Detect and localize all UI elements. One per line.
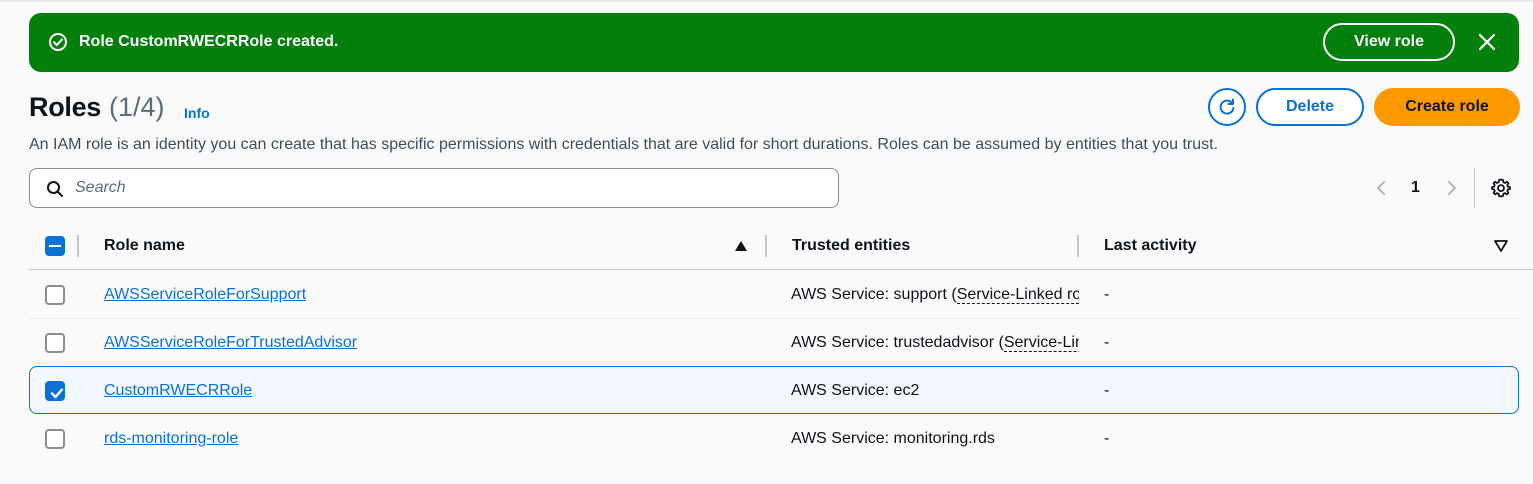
last-activity-cell: - xyxy=(1104,382,1110,399)
flash-message: Role CustomRWECRRole created. xyxy=(79,33,339,50)
trusted-entities-cell: AWS Service: monitoring.rds xyxy=(791,430,995,447)
column-divider[interactable] xyxy=(1077,235,1079,257)
trusted-entities-cell: AWS Service: trustedadvisor (Service-Lin… xyxy=(791,333,1079,353)
create-role-button[interactable]: Create role xyxy=(1374,88,1520,126)
role-name-link[interactable]: rds-monitoring-role xyxy=(104,429,238,449)
page-title: Roles xyxy=(29,92,102,122)
refresh-button[interactable] xyxy=(1208,88,1246,126)
trusted-entities-cell: AWS Service: ec2 xyxy=(791,382,920,399)
row-checkbox[interactable] xyxy=(45,333,65,353)
trusted-entity-text: AWS Service: support xyxy=(791,286,947,303)
service-linked-role-tooltip[interactable]: Service-Linked role xyxy=(1003,334,1079,352)
chevron-left-icon[interactable] xyxy=(1374,178,1388,198)
table-row[interactable]: AWSServiceRoleForSupport AWS Service: su… xyxy=(29,270,1519,318)
trusted-entity-text: AWS Service: trustedadvisor xyxy=(791,334,995,351)
table-row[interactable]: AWSServiceRoleForTrustedAdvisor AWS Serv… xyxy=(29,318,1519,366)
role-name-link[interactable]: AWSServiceRoleForTrustedAdvisor xyxy=(104,333,357,353)
page-number[interactable]: 1 xyxy=(1411,178,1420,198)
select-all-checkbox[interactable] xyxy=(45,236,65,256)
search-input[interactable] xyxy=(75,177,815,199)
search-icon xyxy=(47,181,63,197)
row-checkbox[interactable] xyxy=(45,381,65,401)
row-checkbox[interactable] xyxy=(45,429,65,449)
service-linked-role-tooltip[interactable]: Service-Linked role xyxy=(956,286,1079,304)
role-name-link[interactable]: AWSServiceRoleForSupport xyxy=(104,285,306,305)
top-divider xyxy=(0,0,1533,2)
last-activity-cell: - xyxy=(1104,430,1110,447)
last-activity-cell: - xyxy=(1104,334,1110,351)
table-row[interactable]: rds-monitoring-role AWS Service: monitor… xyxy=(29,414,1519,462)
column-header-trusted-entities[interactable]: Trusted entities xyxy=(792,236,910,256)
delete-button[interactable]: Delete xyxy=(1256,88,1364,126)
row-checkbox[interactable] xyxy=(45,285,65,305)
view-role-button[interactable]: View role xyxy=(1323,23,1455,61)
refresh-icon xyxy=(1219,98,1235,115)
gear-icon[interactable] xyxy=(1491,178,1511,198)
sort-ascending-icon[interactable] xyxy=(734,240,748,252)
close-icon[interactable] xyxy=(1476,31,1498,53)
success-flash-banner: Role CustomRWECRRole created. View role xyxy=(29,13,1519,72)
role-name-link[interactable]: CustomRWECRRole xyxy=(104,381,252,401)
selection-count: (1/4) xyxy=(109,92,165,122)
info-link[interactable]: Info xyxy=(184,104,210,122)
column-header-role-name[interactable]: Role name xyxy=(104,236,185,256)
checkmark-icon xyxy=(50,388,64,399)
page-description: An IAM role is an identity you can creat… xyxy=(29,136,1219,153)
sort-descending-icon[interactable] xyxy=(1494,240,1508,252)
chevron-right-icon[interactable] xyxy=(1445,178,1459,198)
table-row-selected[interactable]: CustomRWECRRole AWS Service: ec2 - xyxy=(29,366,1519,414)
column-divider[interactable] xyxy=(765,235,767,257)
pagination-divider xyxy=(1474,168,1475,208)
trusted-entities-cell: AWS Service: support (Service-Linked rol… xyxy=(791,285,1079,305)
search-field[interactable] xyxy=(29,168,839,208)
column-divider xyxy=(77,235,79,257)
success-check-icon xyxy=(49,33,67,51)
last-activity-cell: - xyxy=(1104,286,1110,303)
column-header-last-activity[interactable]: Last activity xyxy=(1104,236,1196,256)
